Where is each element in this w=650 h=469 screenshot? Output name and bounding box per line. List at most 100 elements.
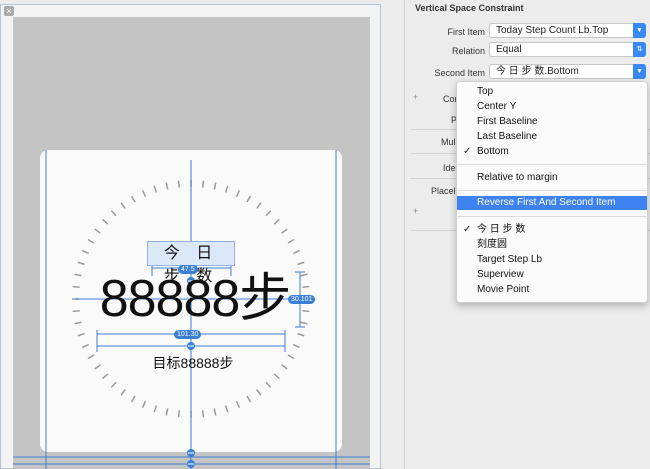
menu-item-center-y[interactable]: Center Y	[457, 100, 647, 114]
second-item-label: Second Item	[434, 68, 485, 78]
dial-tick	[81, 343, 89, 349]
dial-tick	[302, 309, 310, 313]
dial-tick	[224, 405, 229, 413]
identifier-label: Ide	[443, 163, 456, 173]
dial-tick	[74, 273, 82, 277]
first-item-label: First Item	[447, 27, 486, 37]
up-down-chevron-icon: ⇅	[633, 42, 646, 57]
dial-tick	[256, 389, 262, 396]
dial-tick	[153, 185, 158, 193]
placeholder-label: Placel	[431, 186, 456, 196]
dial-tick	[235, 401, 241, 409]
dial-tick	[72, 309, 80, 313]
relation-value: Equal	[496, 44, 522, 55]
second-item-value: 今 日 步 数.Bottom	[496, 66, 579, 77]
dial-tick	[235, 189, 241, 197]
dial-tick	[165, 182, 169, 190]
dial-tick	[141, 189, 147, 197]
dial-tick	[224, 185, 229, 193]
dial-tick	[265, 210, 272, 217]
dial-tick	[302, 285, 310, 289]
dial-tick	[201, 410, 205, 418]
layout-guides	[13, 150, 370, 469]
first-item-popup[interactable]: Today Step Count Lb.Top ▼	[489, 23, 646, 38]
dial-tick	[102, 218, 109, 225]
dial-tick	[297, 332, 305, 337]
menu-item-first-baseline[interactable]: First Baseline	[457, 115, 647, 129]
menu-item-relative-to-margin[interactable]: Relative to margin	[457, 171, 647, 185]
today-step-label[interactable]: 今 日 步 数	[147, 241, 235, 285]
dial-tick	[265, 381, 272, 388]
dial-tick	[287, 354, 295, 360]
relation-popup[interactable]: Equal ⇅	[489, 42, 646, 57]
dial-tick	[102, 373, 109, 380]
dial-tick	[281, 228, 288, 234]
dial-tick	[120, 389, 126, 396]
dial-tick	[246, 395, 252, 403]
menu-separator	[457, 164, 647, 165]
dial-tick	[110, 381, 117, 388]
dial-tick	[72, 285, 80, 289]
add-icon[interactable]: +	[413, 92, 418, 102]
target-step-label[interactable]: 目标88888步	[138, 354, 248, 372]
dial-tick	[94, 228, 101, 234]
menu-separator	[457, 216, 647, 217]
dial-tick	[120, 202, 126, 209]
inspector-title: Vertical Space Constraint	[415, 3, 524, 13]
multiplier-label: Mul	[441, 137, 456, 147]
dial-tick	[141, 401, 147, 409]
menu-item-target-step-lb[interactable]: Target Step Lb	[457, 253, 647, 267]
dial-tick	[273, 373, 280, 380]
dial-tick	[165, 408, 169, 416]
menu-item-movie-point[interactable]: Movie Point	[457, 283, 647, 297]
dial-tick	[110, 210, 117, 217]
chevron-down-icon: ▼	[633, 23, 646, 38]
right-spacing-badge[interactable]: 30.101	[288, 295, 316, 304]
dial-tick	[74, 321, 82, 325]
top-spacing-badge[interactable]: 47.5	[178, 265, 198, 274]
step-count-label[interactable]: 88888步	[95, 270, 295, 328]
dial-tick	[177, 410, 181, 418]
dial-tick	[153, 405, 158, 413]
menu-item-last-baseline[interactable]: Last Baseline	[457, 130, 647, 144]
dial-tick	[293, 249, 301, 255]
second-item-popup[interactable]: 今 日 步 数.Bottom ▼	[489, 64, 646, 79]
width-badge[interactable]: 101.30	[174, 330, 202, 339]
first-item-value: Today Step Count Lb.Top	[496, 25, 609, 36]
dial-tick	[213, 182, 217, 190]
menu-item-bottom[interactable]: ✓ Bottom	[457, 145, 647, 159]
dial-tick	[77, 261, 85, 266]
menu-separator	[457, 190, 647, 191]
dial-tick	[94, 364, 101, 370]
checkmark-icon: ✓	[463, 146, 472, 157]
relation-label: Relation	[451, 46, 485, 56]
dial-tick	[287, 238, 295, 244]
dial-tick	[213, 408, 217, 416]
checkmark-icon: ✓	[463, 224, 472, 235]
menu-item-superview[interactable]: Superview	[457, 268, 647, 282]
dial-tick	[300, 321, 308, 325]
dial-tick	[77, 332, 85, 337]
menu-item-today-step[interactable]: ✓ 今 日 步 数	[457, 223, 647, 237]
chevron-down-icon: ▼	[633, 64, 646, 79]
second-item-menu[interactable]: Top Center Y First Baseline Last Baselin…	[456, 81, 648, 303]
dial-tick	[300, 273, 308, 277]
dial-tick	[201, 180, 205, 188]
dial-tick	[87, 354, 95, 360]
dial-tick	[87, 238, 95, 244]
menu-item-top[interactable]: Top	[457, 85, 647, 99]
menu-item-reverse[interactable]: Reverse First And Second Item	[457, 196, 647, 210]
storyboard-canvas[interactable]: × 今 日 步 数 88888步 目标88888步 47.5 30.101 10…	[0, 0, 383, 469]
dial-tick	[256, 202, 262, 209]
dial-tick	[281, 364, 288, 370]
dial-tick	[130, 395, 136, 403]
add-icon[interactable]: +	[413, 206, 418, 216]
dial-tick	[177, 180, 181, 188]
dial-tick	[273, 218, 280, 225]
dial-tick	[297, 261, 305, 266]
menu-item-dial-circle[interactable]: 刻度圆	[457, 238, 647, 252]
dial-tick	[246, 195, 252, 203]
dial-tick	[293, 343, 301, 349]
dial-tick	[81, 249, 89, 255]
dial-tick	[130, 195, 136, 203]
